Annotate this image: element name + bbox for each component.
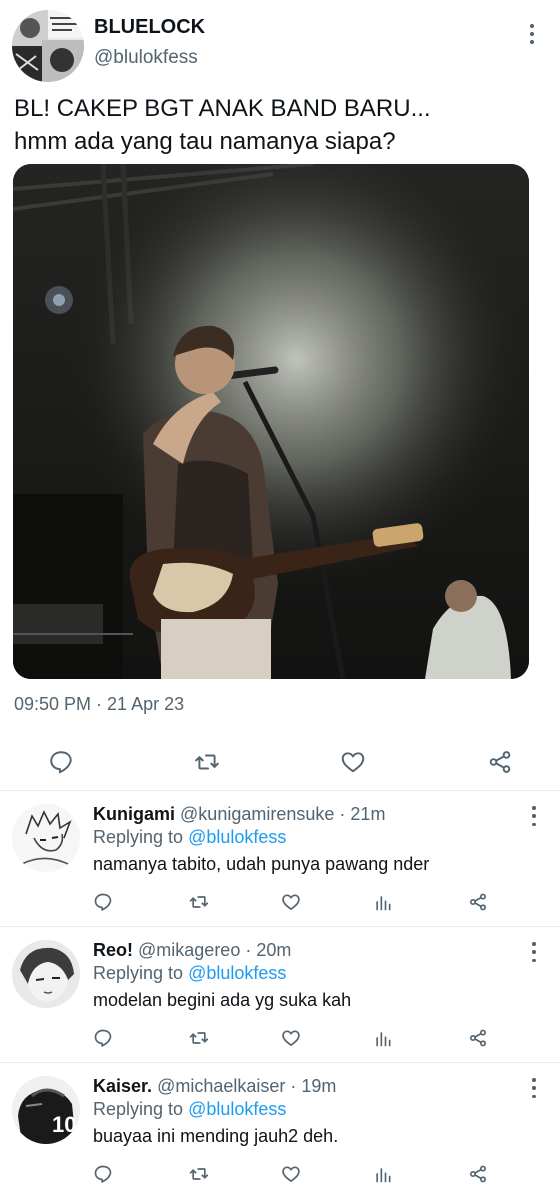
retweet-icon[interactable] — [185, 888, 213, 916]
reply-handle[interactable]: @michaelkaiser — [157, 1076, 285, 1096]
analytics-icon[interactable] — [369, 888, 397, 916]
reply-tweet[interactable]: Kunigami @kunigamirensuke · 21m Replying… — [0, 792, 560, 926]
reply-text: namanya tabito, udah punya pawang nder — [93, 854, 430, 874]
reply-icon[interactable] — [89, 1160, 117, 1188]
display-name[interactable]: BLUELOCK — [94, 16, 205, 39]
manga-face-image — [12, 940, 80, 1008]
reply-icon[interactable] — [89, 888, 117, 916]
avatar[interactable] — [12, 804, 80, 872]
tweet-timestamp: 09:50 PM · 21 Apr 23 — [14, 694, 185, 714]
reply-actions — [0, 1160, 560, 1188]
reply-actions — [0, 1024, 560, 1052]
more-options-icon[interactable] — [524, 1076, 544, 1100]
divider — [0, 926, 560, 927]
reply-actions — [0, 888, 560, 916]
retweet-icon[interactable] — [185, 1024, 213, 1052]
separator-dot: · — [290, 1076, 297, 1096]
replying-to-mention[interactable]: @blulokfess — [188, 1099, 286, 1119]
reply-handle[interactable]: @kunigamirensuke — [180, 804, 334, 824]
separator-dot: · — [339, 804, 346, 824]
manga-collage-image — [12, 10, 84, 82]
tweet-text: BL! CAKEP BGT ANAK BAND BARU... hmm ada … — [14, 95, 431, 155]
analytics-icon[interactable] — [369, 1024, 397, 1052]
divider — [0, 790, 560, 791]
replying-prefix: Replying to — [93, 963, 189, 983]
concert-photo — [13, 164, 529, 679]
like-icon[interactable] — [277, 1024, 305, 1052]
reply-icon[interactable] — [89, 1024, 117, 1052]
more-options-icon[interactable] — [520, 20, 544, 48]
reply-header: Reo! @mikagereo · 20m — [93, 940, 291, 961]
main-tweet: BLUELOCK @blulokfess BL! CAKEP BGT ANAK … — [0, 0, 560, 790]
retweet-icon[interactable] — [187, 742, 227, 782]
tweet-actions — [0, 742, 560, 782]
share-icon[interactable] — [480, 742, 520, 782]
share-icon[interactable] — [464, 888, 492, 916]
avatar[interactable] — [12, 10, 84, 82]
avatar[interactable] — [12, 940, 80, 1008]
replying-to-mention[interactable]: @blulokfess — [188, 827, 286, 847]
avatar[interactable]: 10 — [12, 1076, 80, 1144]
divider — [0, 1062, 560, 1063]
tweet-photo[interactable] — [13, 164, 529, 679]
replying-to: Replying to @blulokfess — [93, 963, 286, 984]
svg-text:10: 10 — [52, 1112, 76, 1137]
reply-header: Kunigami @kunigamirensuke · 21m — [93, 804, 385, 825]
manga-sketch-image — [12, 804, 80, 872]
more-options-icon[interactable] — [524, 804, 544, 828]
reply-tweet[interactable]: 10 Kaiser. @michaelkaiser · 19m Replying… — [0, 1064, 560, 1198]
replying-to: Replying to @blulokfess — [93, 827, 286, 848]
more-options-icon[interactable] — [524, 940, 544, 964]
reply-display-name[interactable]: Kunigami — [93, 804, 175, 824]
like-icon[interactable] — [333, 742, 373, 782]
reply-time[interactable]: 21m — [350, 804, 385, 824]
reply-time[interactable]: 19m — [301, 1076, 336, 1096]
reply-display-name[interactable]: Kaiser. — [93, 1076, 152, 1096]
replying-prefix: Replying to — [93, 1099, 189, 1119]
reply-tweet[interactable]: Reo! @mikagereo · 20m Replying to @blulo… — [0, 928, 560, 1062]
reply-time[interactable]: 20m — [256, 940, 291, 960]
like-icon[interactable] — [277, 888, 305, 916]
replying-to: Replying to @blulokfess — [93, 1099, 286, 1120]
replying-prefix: Replying to — [93, 827, 189, 847]
retweet-icon[interactable] — [185, 1160, 213, 1188]
jersey-number-10-image: 10 — [12, 1076, 80, 1144]
reply-header: Kaiser. @michaelkaiser · 19m — [93, 1076, 336, 1097]
reply-icon[interactable] — [41, 742, 81, 782]
analytics-icon[interactable] — [369, 1160, 397, 1188]
like-icon[interactable] — [277, 1160, 305, 1188]
replying-to-mention[interactable]: @blulokfess — [188, 963, 286, 983]
share-icon[interactable] — [464, 1024, 492, 1052]
reply-handle[interactable]: @mikagereo — [138, 940, 240, 960]
reply-display-name[interactable]: Reo! — [93, 940, 133, 960]
user-handle[interactable]: @blulokfess — [94, 47, 198, 69]
reply-text: modelan begini ada yg suka kah — [93, 990, 352, 1010]
separator-dot: · — [245, 940, 252, 960]
reply-text: buayaa ini mending jauh2 deh. — [93, 1126, 339, 1146]
share-icon[interactable] — [464, 1160, 492, 1188]
